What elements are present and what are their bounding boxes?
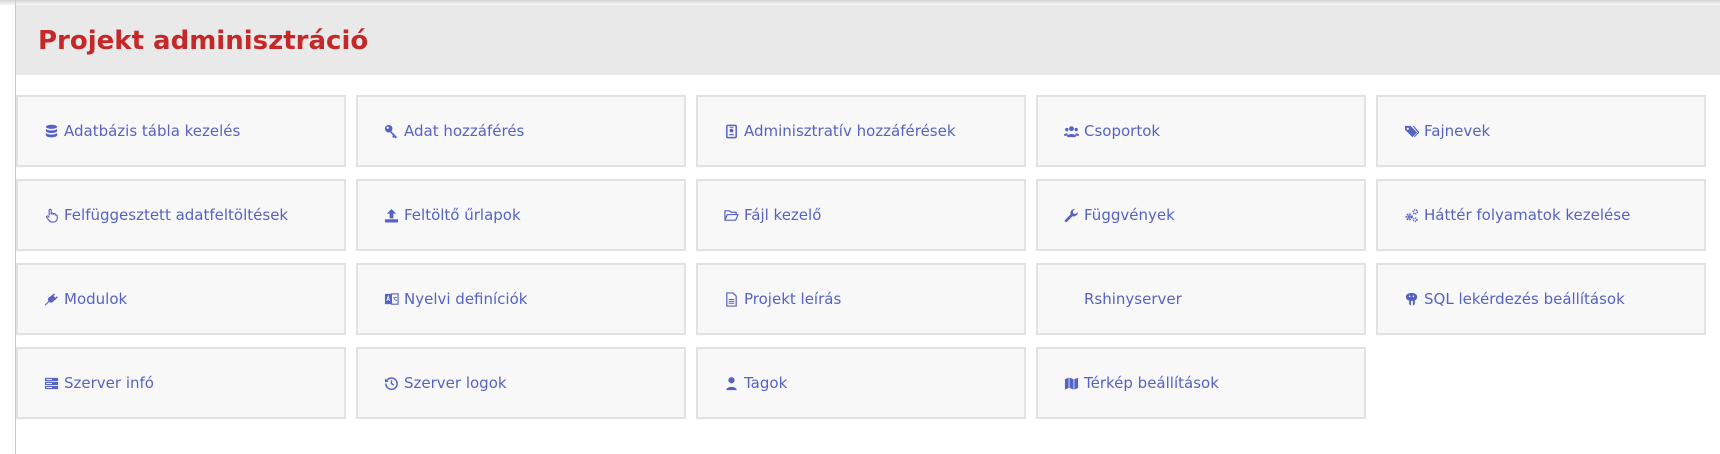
tile-rshinyserver[interactable]: Rshinyserver (1036, 263, 1366, 335)
upload-icon (382, 206, 400, 224)
wrench-icon (1062, 206, 1080, 224)
tile-label: Fajnevek (1424, 122, 1491, 140)
tile-groups[interactable]: Csoportok (1036, 95, 1366, 167)
tile-label: Adat hozzáférés (404, 122, 525, 140)
tile-label: Függvények (1084, 206, 1175, 224)
file-text-icon (722, 290, 740, 308)
tile-label: Tagok (744, 374, 788, 392)
tile-project-description[interactable]: Projekt leírás (696, 263, 1026, 335)
tile-functions[interactable]: Függvények (1036, 179, 1366, 251)
language-icon (382, 290, 400, 308)
database-elephant-icon (1402, 290, 1420, 308)
id-badge-icon (722, 122, 740, 140)
tile-label: Szerver infó (64, 374, 154, 392)
plug-icon (42, 290, 60, 308)
tile-label: Térkép beállítások (1084, 374, 1219, 392)
tile-upload-forms[interactable]: Feltöltő űrlapok (356, 179, 686, 251)
tile-label: Projekt leírás (744, 290, 842, 308)
tile-label: Nyelvi definíciók (404, 290, 528, 308)
tile-label: Szerver logok (404, 374, 507, 392)
tile-label: Adminisztratív hozzáférések (744, 122, 956, 140)
tile-label: Háttér folyamatok kezelése (1424, 206, 1631, 224)
cogs-icon (1402, 206, 1420, 224)
map-icon (1062, 374, 1080, 392)
tile-sql-query-settings[interactable]: SQL lekérdezés beállítások (1376, 263, 1706, 335)
hand-pointer-icon (42, 206, 60, 224)
tile-background-processes[interactable]: Háttér folyamatok kezelése (1376, 179, 1706, 251)
tile-admin-access[interactable]: Adminisztratív hozzáférések (696, 95, 1026, 167)
tile-database-tables[interactable]: Adatbázis tábla kezelés (16, 95, 346, 167)
tile-label: Feltöltő űrlapok (404, 206, 521, 224)
page-header: Projekt adminisztráció (16, 5, 1720, 75)
tile-label: Fájl kezelő (744, 206, 822, 224)
tile-file-manager[interactable]: Fájl kezelő (696, 179, 1026, 251)
tags-icon (1402, 122, 1420, 140)
tile-server-info[interactable]: Szerver infó (16, 347, 346, 419)
tile-modules[interactable]: Modulok (16, 263, 346, 335)
database-icon (42, 122, 60, 140)
users-icon (1062, 122, 1080, 140)
tile-label: Csoportok (1084, 122, 1161, 140)
tile-members[interactable]: Tagok (696, 347, 1026, 419)
admin-tile-grid: Adatbázis tábla kezelés Adat hozzáférés … (16, 95, 1706, 419)
tile-label: Felfüggesztett adatfeltöltések (64, 206, 289, 224)
folder-open-icon (722, 206, 740, 224)
server-icon (42, 374, 60, 392)
key-icon (382, 122, 400, 140)
tile-server-logs[interactable]: Szerver logok (356, 347, 686, 419)
blank-icon (1062, 290, 1080, 308)
tile-label: Rshinyserver (1084, 290, 1182, 308)
tile-map-settings[interactable]: Térkép beállítások (1036, 347, 1366, 419)
tile-language-definitions[interactable]: Nyelvi definíciók (356, 263, 686, 335)
tile-suspended-uploads[interactable]: Felfüggesztett adatfeltöltések (16, 179, 346, 251)
tile-label: Modulok (64, 290, 128, 308)
tile-species-names[interactable]: Fajnevek (1376, 95, 1706, 167)
page-title: Projekt adminisztráció (38, 26, 369, 56)
history-icon (382, 374, 400, 392)
user-icon (722, 374, 740, 392)
tile-label: Adatbázis tábla kezelés (64, 122, 241, 140)
tile-label: SQL lekérdezés beállítások (1424, 290, 1625, 308)
tile-data-access[interactable]: Adat hozzáférés (356, 95, 686, 167)
